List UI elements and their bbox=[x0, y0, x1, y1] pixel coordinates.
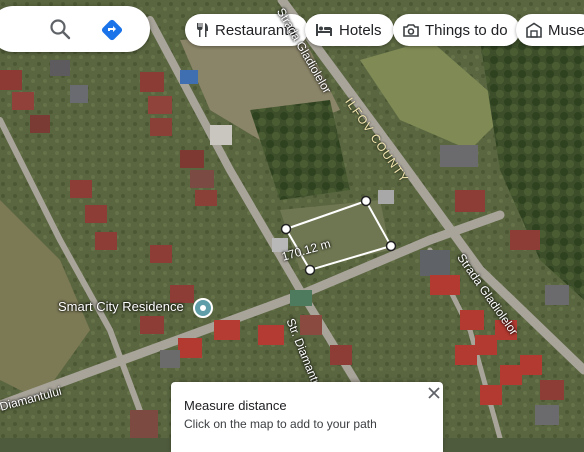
house bbox=[150, 118, 172, 136]
house bbox=[50, 60, 70, 76]
search-icon[interactable] bbox=[48, 17, 72, 41]
house bbox=[214, 320, 240, 340]
house bbox=[85, 205, 107, 223]
house bbox=[510, 230, 540, 250]
house bbox=[475, 335, 497, 355]
house bbox=[300, 315, 322, 335]
house bbox=[130, 410, 158, 438]
directions-icon[interactable] bbox=[100, 18, 124, 42]
measure-panel-hint: Click on the map to add to your path bbox=[184, 417, 377, 431]
house bbox=[455, 345, 477, 365]
satellite-map[interactable] bbox=[0, 0, 584, 438]
house bbox=[480, 385, 502, 405]
house bbox=[178, 338, 202, 358]
chip-things-to-do[interactable]: Things to do bbox=[393, 14, 520, 46]
house bbox=[540, 380, 564, 400]
measure-distance-panel: Measure distance Click on the map to add… bbox=[171, 382, 443, 452]
house bbox=[0, 70, 22, 90]
measure-panel-title: Measure distance bbox=[184, 398, 287, 413]
search-box[interactable] bbox=[0, 6, 150, 52]
house bbox=[70, 180, 92, 198]
measure-point[interactable] bbox=[280, 223, 292, 235]
house bbox=[440, 145, 478, 167]
house bbox=[455, 190, 485, 212]
house bbox=[30, 115, 50, 133]
house bbox=[195, 190, 217, 206]
chip-label: Things to do bbox=[425, 21, 508, 39]
museum-icon bbox=[526, 22, 542, 38]
house bbox=[12, 92, 34, 110]
measure-point[interactable] bbox=[385, 240, 397, 252]
house bbox=[420, 250, 450, 276]
house bbox=[330, 345, 352, 365]
house bbox=[430, 275, 460, 295]
house bbox=[140, 316, 164, 334]
house bbox=[545, 285, 569, 305]
house bbox=[258, 325, 284, 345]
house bbox=[460, 310, 484, 330]
place-pin-icon[interactable] bbox=[193, 298, 213, 318]
house bbox=[190, 170, 214, 188]
chip-hotels[interactable]: Hotels bbox=[305, 14, 394, 46]
close-icon[interactable] bbox=[427, 386, 441, 400]
camera-icon bbox=[403, 24, 419, 37]
house bbox=[378, 190, 394, 204]
chip-label: Hotels bbox=[339, 21, 382, 39]
house bbox=[180, 150, 204, 168]
house bbox=[535, 405, 559, 425]
house bbox=[148, 96, 172, 114]
house bbox=[150, 245, 172, 263]
house bbox=[160, 350, 180, 368]
house bbox=[520, 355, 542, 375]
measure-point[interactable] bbox=[304, 264, 316, 276]
hotel-icon bbox=[316, 24, 332, 36]
measure-point[interactable] bbox=[360, 195, 372, 207]
restaurant-icon bbox=[197, 23, 208, 37]
house bbox=[95, 232, 117, 250]
house bbox=[290, 290, 312, 306]
house bbox=[180, 70, 198, 84]
place-label[interactable]: Smart City Residence bbox=[58, 299, 184, 314]
house bbox=[500, 365, 522, 385]
house bbox=[70, 85, 88, 103]
chip-label: Museu bbox=[548, 21, 584, 39]
chip-museums[interactable]: Museu bbox=[516, 14, 584, 46]
house bbox=[210, 125, 232, 145]
house bbox=[140, 72, 164, 92]
